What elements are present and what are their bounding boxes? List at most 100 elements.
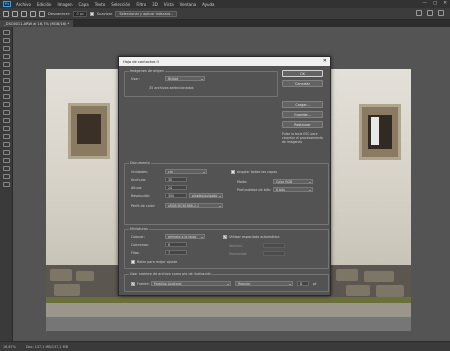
window-controls: — □ ✕ — [422, 1, 447, 6]
stone — [50, 269, 72, 281]
smooth-label: Suavizar — [96, 11, 113, 16]
stone — [346, 285, 370, 296]
cancel-button[interactable]: Cancelar — [282, 80, 323, 87]
shape-tool-icon[interactable] — [2, 166, 10, 171]
document-group: Documento Unidades: cm Anchura: 30 Altur… — [124, 161, 329, 225]
hand-tool-icon[interactable] — [2, 174, 10, 179]
menu-filtro[interactable]: Filtro — [133, 2, 149, 7]
close-icon[interactable]: ✕ — [443, 1, 447, 6]
lasso-tool-icon[interactable] — [3, 10, 9, 17]
search-icon[interactable] — [416, 10, 422, 16]
marquee-tool-icon[interactable] — [2, 38, 10, 43]
mode-select[interactable]: Color RGB — [273, 179, 313, 184]
menu-edicion[interactable]: Edición — [34, 2, 54, 7]
dialog-title: Hoja de contactos II — [119, 57, 330, 66]
contact-sheet-dialog: Hoja de contactos II ✕ Imágenes de orige… — [118, 56, 331, 296]
flatten-layers-label: Acoplar todas las capas — [237, 170, 278, 174]
share-icon[interactable] — [438, 10, 444, 16]
menu-archivo[interactable]: Archivo — [13, 2, 34, 7]
load-button[interactable]: Cargar... — [282, 101, 323, 108]
close-icon[interactable]: ✕ — [323, 58, 327, 64]
new-selection-icon[interactable] — [12, 10, 18, 17]
menu-capa[interactable]: Capa — [76, 2, 92, 7]
menu-imagen[interactable]: Imagen — [54, 2, 75, 7]
bit-depth-select[interactable]: 8 bits — [273, 187, 313, 192]
left-window-glass — [77, 114, 101, 144]
font-size-input[interactable]: 8 — [297, 281, 309, 286]
font-label: Fuente: — [137, 282, 150, 286]
rotate-checkbox[interactable] — [131, 260, 135, 264]
mode-label: Modo: — [237, 180, 248, 184]
doc-size-info[interactable]: Doc: 137,1 MB/137,1 MB — [26, 345, 68, 349]
use-label: Usar: — [131, 77, 140, 81]
color-profile-select[interactable]: sRGB IEC61966-2.1 — [165, 203, 223, 208]
rows-input[interactable]: 7 — [165, 250, 187, 255]
menu-vista[interactable]: Vista — [161, 2, 177, 7]
eyedropper-tool-icon[interactable] — [2, 70, 10, 75]
zoom-level[interactable]: 16,67% — [3, 345, 16, 349]
rows-label: Filas: — [131, 251, 140, 255]
smooth-checkbox[interactable] — [89, 11, 94, 16]
add-selection-icon[interactable] — [21, 10, 27, 17]
zoom-tool-icon[interactable] — [2, 182, 10, 187]
move-tool-icon[interactable] — [2, 30, 10, 35]
thumbnails-title: Miniaturas — [129, 227, 149, 231]
ok-button[interactable]: OK — [282, 70, 323, 77]
save-button[interactable]: Guardar... — [282, 111, 323, 118]
lasso-tool-icon[interactable] — [2, 46, 10, 51]
clone-stamp-tool-icon[interactable] — [2, 94, 10, 99]
blur-tool-icon[interactable] — [2, 126, 10, 131]
place-label: Colocar: — [131, 235, 145, 239]
units-select[interactable]: cm — [165, 169, 207, 174]
horizontal-input[interactable] — [263, 251, 285, 256]
minimize-icon[interactable]: — — [422, 1, 427, 6]
road — [46, 317, 411, 331]
caption-checkbox[interactable]: ✓ — [131, 282, 135, 286]
width-input[interactable]: 30 — [165, 177, 187, 182]
gradient-tool-icon[interactable] — [2, 118, 10, 123]
menu-texto[interactable]: Texto — [92, 2, 109, 7]
dodge-tool-icon[interactable] — [2, 134, 10, 139]
workspace-icon[interactable] — [427, 10, 433, 16]
columns-input[interactable]: 6 — [165, 242, 187, 247]
quick-select-tool-icon[interactable] — [2, 54, 10, 59]
units-label: Unidades: — [131, 170, 148, 174]
menu-seleccion[interactable]: Selección — [108, 2, 133, 7]
stone — [54, 284, 80, 296]
menu-ayuda[interactable]: Ayuda — [199, 2, 217, 7]
reset-button[interactable]: Restaurar — [282, 121, 323, 128]
menu-ventana[interactable]: Ventana — [177, 2, 199, 7]
crop-tool-icon[interactable] — [2, 62, 10, 67]
options-right-icons — [416, 10, 444, 16]
type-tool-icon[interactable] — [2, 150, 10, 155]
font-size-unit: pt — [313, 282, 317, 286]
subtract-selection-icon[interactable] — [30, 10, 36, 17]
feather-input[interactable]: 0 px — [73, 10, 87, 17]
resolution-unit-select[interactable]: píxeles/pulgada — [189, 193, 223, 198]
stone — [76, 271, 94, 281]
place-select[interactable]: primero a lo largo — [165, 234, 205, 239]
history-brush-tool-icon[interactable] — [2, 102, 10, 107]
pen-tool-icon[interactable] — [2, 142, 10, 147]
menu-3d[interactable]: 3D — [149, 2, 161, 7]
intersect-selection-icon[interactable] — [39, 10, 45, 17]
thumbnails-group: Miniaturas Colocar: primero a lo largo C… — [124, 227, 329, 269]
font-style-select[interactable]: Regular — [235, 281, 293, 286]
feather-label: Desvanecer: — [48, 11, 71, 16]
font-select[interactable]: Palatino Linotype — [151, 281, 231, 286]
document-tab[interactable]: _DSC6011.ARW al 16,7% (RGB/16) * — [0, 20, 74, 27]
brush-tool-icon[interactable] — [2, 86, 10, 91]
resolution-input[interactable]: 300 — [165, 193, 187, 198]
use-select[interactable]: Bridge — [165, 76, 205, 81]
height-input[interactable]: 24 — [165, 185, 187, 190]
select-and-mask-button[interactable]: Seleccionar y aplicar máscara... — [115, 10, 178, 17]
right-window — [359, 104, 401, 160]
path-select-tool-icon[interactable] — [2, 158, 10, 163]
autospace-checkbox[interactable]: ✓ — [223, 235, 227, 239]
healing-tool-icon[interactable] — [2, 78, 10, 83]
vertical-input[interactable] — [263, 243, 285, 248]
flatten-layers-checkbox[interactable] — [231, 170, 235, 174]
maximize-icon[interactable]: □ — [433, 1, 437, 6]
grass — [46, 297, 411, 303]
eraser-tool-icon[interactable] — [2, 110, 10, 115]
